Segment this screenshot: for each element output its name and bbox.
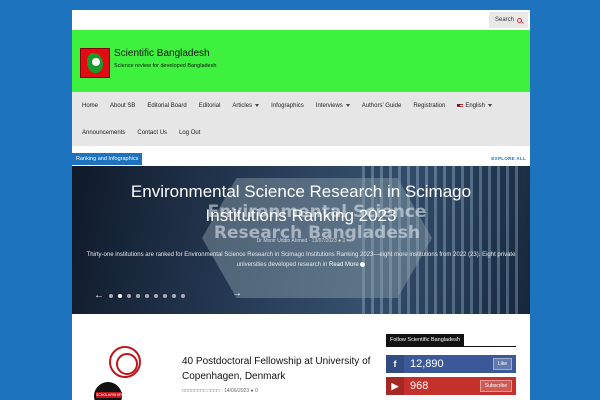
- nav-item-editorial[interactable]: Editorial: [193, 103, 227, 109]
- post-title[interactable]: 40 Postdoctoral Fellowship at University…: [182, 354, 372, 384]
- post-author[interactable]: □□□□□□□□ □□□□: [182, 388, 220, 394]
- nav-label: Authors' Guide: [361, 102, 402, 109]
- post-meta: □□□□□□□□ □□□□ · 14/06/2023 ● 0: [182, 388, 258, 394]
- facebook-like-button[interactable]: Like: [492, 358, 512, 370]
- search-icon: [517, 17, 522, 23]
- slider-dot[interactable]: [109, 294, 113, 298]
- site-logo[interactable]: [80, 48, 110, 78]
- slide-title[interactable]: Environmental Science Research in Scimag…: [72, 180, 530, 228]
- slider-dot[interactable]: [154, 294, 158, 298]
- slide-meta: Dr Monir Uddin Ahmed · 13/07/2023 ● 0: [72, 238, 530, 244]
- slide-excerpt: Thirty-one institutions are ranked for E…: [82, 250, 520, 270]
- page-frame: Search Scientific Bangladesh Science rev…: [72, 10, 530, 400]
- nav-row-2: Announcements Contact Us Log Out: [76, 119, 526, 146]
- widget-title: Follow Scientific Bangladesh: [386, 334, 465, 346]
- slide-comments[interactable]: 0: [343, 238, 346, 244]
- post-date: 14/06/2023: [224, 388, 250, 394]
- site-title[interactable]: Scientific Bangladesh: [114, 48, 210, 59]
- site-tagline: Science review for developed Bangladesh: [114, 63, 217, 69]
- nav-label: Articles: [232, 102, 253, 109]
- nav-label: Infographics: [271, 102, 304, 109]
- site-header: Scientific Bangladesh Science review for…: [72, 30, 530, 92]
- next-arrow-icon[interactable]: →: [232, 288, 242, 299]
- post-card: SCHOLARSHIPS 40 Postdoctoral Fellowship …: [72, 340, 372, 400]
- nav-item-editorial-board[interactable]: Editorial Board: [141, 103, 192, 109]
- search-button-label: Search: [494, 17, 514, 23]
- slide-author[interactable]: Dr Monir Uddin Ahmed: [257, 238, 308, 244]
- nav-label: Registration: [413, 102, 446, 109]
- facebook-row[interactable]: f 12,890 Like: [386, 355, 516, 373]
- youtube-icon: ▶: [386, 377, 404, 395]
- us-flag-icon: [457, 103, 464, 108]
- slider-dot[interactable]: [181, 294, 185, 298]
- nav-label: Home: [82, 102, 99, 109]
- nav-item-announcements[interactable]: Announcements: [76, 130, 131, 136]
- slider-dot[interactable]: [172, 294, 176, 298]
- youtube-subscribe-button[interactable]: Subscribe: [479, 380, 512, 392]
- slider-dot[interactable]: [163, 294, 167, 298]
- nav-item-logout[interactable]: Log Out: [173, 130, 206, 136]
- nav-item-interviews[interactable]: Interviews: [310, 103, 356, 109]
- nav-label: Interviews: [315, 102, 343, 109]
- nav-label: Announcements: [82, 129, 126, 136]
- chevron-down-icon: [255, 104, 260, 107]
- widget-divider: [386, 346, 516, 347]
- facebook-count: 12,890: [410, 358, 444, 370]
- youtube-count: 968: [410, 380, 429, 392]
- nav-item-contact[interactable]: Contact Us: [131, 130, 173, 136]
- explore-all-link[interactable]: EXPLORE ALL: [491, 156, 526, 161]
- nav-label: Editorial Board: [147, 102, 187, 109]
- youtube-row[interactable]: ▶ 968 Subscribe: [386, 377, 516, 395]
- chevron-down-icon: [345, 104, 350, 107]
- ticker-label[interactable]: Ranking and Infographics: [72, 152, 143, 165]
- post-thumbnail[interactable]: SCHOLARSHIPS: [86, 346, 146, 400]
- featured-slider[interactable]: Environmental Science Research Banglades…: [72, 166, 530, 314]
- chevron-down-icon: [488, 104, 493, 107]
- slide-date: 13/07/2023: [311, 238, 337, 244]
- slide-excerpt-text: Thirty-one institutions are ranked for E…: [86, 252, 516, 268]
- nav-item-language[interactable]: English: [451, 103, 498, 109]
- nav-label: About SB: [110, 102, 136, 109]
- read-more-icon: [360, 261, 366, 267]
- scholarships-badge-label: SCHOLARSHIPS: [96, 392, 124, 398]
- top-bar: Search: [72, 10, 530, 30]
- nav-row-1: Home About SB Editorial Board Editorial …: [76, 92, 526, 119]
- slider-navigation: ←: [94, 290, 244, 302]
- nav-item-authors-guide[interactable]: Authors' Guide: [356, 103, 408, 109]
- nav-item-about[interactable]: About SB: [104, 103, 141, 109]
- read-more-link[interactable]: Read More: [329, 262, 359, 268]
- main-navigation: Home About SB Editorial Board Editorial …: [72, 92, 530, 146]
- logo-dot: [92, 58, 100, 66]
- nav-label: Contact Us: [137, 129, 168, 136]
- nav-label: English: [465, 102, 486, 109]
- nav-label: Log Out: [179, 129, 201, 136]
- nav-item-home[interactable]: Home: [76, 103, 104, 109]
- nav-item-articles[interactable]: Articles: [226, 103, 265, 109]
- university-seal-image: [109, 346, 141, 378]
- nav-item-infographics[interactable]: Infographics: [265, 103, 310, 109]
- nav-label: Editorial: [198, 102, 221, 109]
- search-button[interactable]: Search: [488, 12, 528, 28]
- social-widget: Follow Scientific Bangladesh f 12,890 Li…: [386, 328, 516, 400]
- slider-dot[interactable]: [127, 294, 131, 298]
- facebook-icon: f: [386, 355, 404, 373]
- slider-dot[interactable]: [136, 294, 140, 298]
- slider-dot[interactable]: [145, 294, 149, 298]
- prev-arrow-icon[interactable]: ←: [94, 291, 104, 301]
- nav-item-registration[interactable]: Registration: [407, 103, 451, 109]
- slider-dot-active[interactable]: [118, 294, 122, 298]
- post-comments[interactable]: 0: [255, 388, 258, 394]
